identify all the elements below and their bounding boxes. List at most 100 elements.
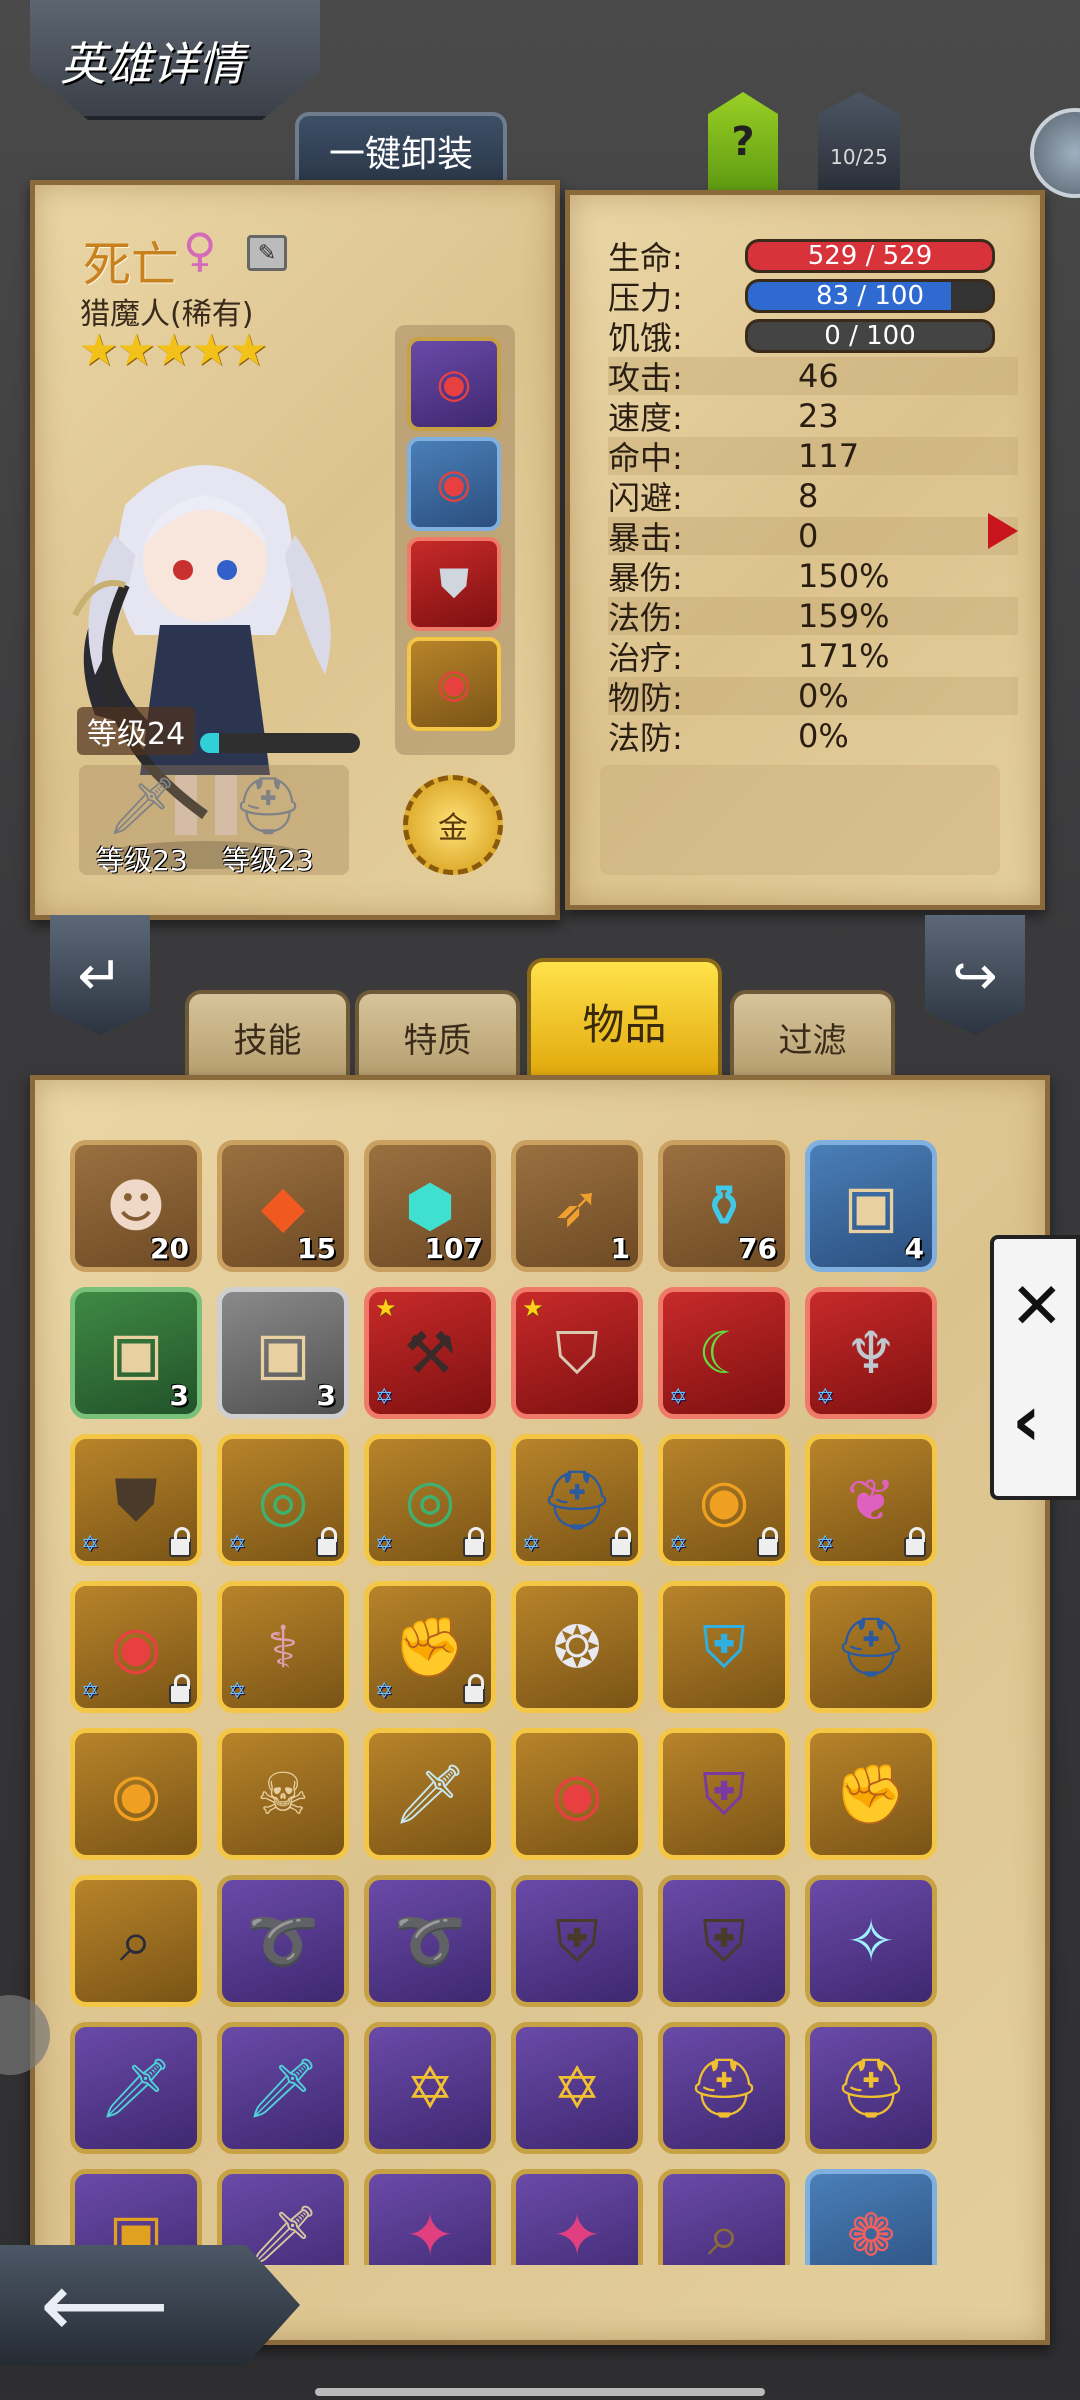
inventory-slot[interactable]: ❁ <box>805 2169 937 2265</box>
ring-icon: ◎ <box>404 1466 456 1534</box>
whip-icon: ➰ <box>393 1907 467 1975</box>
inventory-slot[interactable]: ♆ ✡ <box>805 1287 937 1419</box>
edit-name-icon[interactable]: ✎ <box>247 235 287 271</box>
red-bracer-icon: ◉ <box>436 661 472 707</box>
inventory-slot[interactable]: ⌕ <box>70 1875 202 2007</box>
inventory-slot[interactable]: ➰ <box>217 1875 349 2007</box>
tab-skills[interactable]: 技能 <box>185 990 350 1080</box>
inventory-slot[interactable]: ◎ ✡ <box>217 1434 349 1566</box>
unequip-all-button[interactable]: 一键卸装 <box>295 112 508 186</box>
female-icon: ♀ <box>183 223 217 277</box>
inventory-slot[interactable]: ◉ <box>70 1728 202 1860</box>
inventory-slot[interactable]: ⛨ <box>658 1875 790 2007</box>
equip-slot-4[interactable]: ◉ <box>407 637 501 731</box>
inventory-slot[interactable]: ✊ <box>805 1728 937 1860</box>
chest-icon: ▣ <box>255 1319 311 1387</box>
stat-row: 攻击: 46 <box>608 357 1018 397</box>
inventory-slot[interactable]: ⛨ <box>511 1875 643 2007</box>
cube-icon[interactable] <box>1030 108 1080 198</box>
gem-socket-icon: ✡ <box>669 1385 688 1410</box>
inventory-slot[interactable]: ❦ ✡ <box>805 1434 937 1566</box>
inventory-slot[interactable]: ⚱ 76 <box>658 1140 790 1272</box>
previous-hero-button[interactable]: ↵ <box>50 915 150 1035</box>
equip-slot-3[interactable]: ⛊ <box>407 537 501 631</box>
lock-icon <box>904 1527 926 1557</box>
inventory-slot[interactable]: ◎ ✡ <box>364 1434 496 1566</box>
equip-slot-2[interactable]: ◉ <box>407 437 501 531</box>
fire-crystal-icon: ◆ <box>260 1172 306 1240</box>
inventory-slot[interactable]: ◉ <box>511 1728 643 1860</box>
inventory-slot[interactable]: ➰ <box>364 1875 496 2007</box>
star-rating: ★★★★★ <box>79 325 268 376</box>
inventory-slot[interactable]: ⚕ ✡ <box>217 1581 349 1713</box>
armor-slot[interactable]: ⛑ 等级23 <box>213 775 323 878</box>
collapse-left-icon[interactable]: ‹ <box>1012 1380 1041 1462</box>
gauntlet-icon: ✊ <box>393 1613 467 1681</box>
lock-icon <box>463 1674 485 1704</box>
inventory-slot[interactable]: ⛑ <box>805 2022 937 2154</box>
gold-button[interactable]: 金 <box>403 775 503 875</box>
inventory-slot[interactable]: ★ ⛉ <box>511 1287 643 1419</box>
inventory-slot[interactable]: ▣ 3 <box>217 1287 349 1419</box>
stat-value: 8 <box>798 477 819 515</box>
next-hero-button[interactable]: ↪ <box>925 915 1025 1035</box>
inventory-slot[interactable]: ◉ ✡ <box>658 1434 790 1566</box>
teal-gem-icon: ⬢ <box>404 1172 456 1240</box>
red-aura-icon: ❁ <box>846 2201 896 2265</box>
tab-filter[interactable]: 过滤 <box>730 990 895 1080</box>
stat-row: 法防: 0% <box>608 717 1018 757</box>
inventory-slot[interactable]: ❂ <box>511 1581 643 1713</box>
inventory-slot[interactable]: ☠ <box>217 1728 349 1860</box>
inventory-slot[interactable]: 🗡 <box>364 1728 496 1860</box>
inventory-slot[interactable]: 🗡 <box>217 2022 349 2154</box>
gem-socket-icon: ✡ <box>81 1679 100 1704</box>
hexagram-amulet-icon: ✡ <box>405 2054 455 2122</box>
next-page-arrow-icon[interactable] <box>988 513 1018 549</box>
inventory-slot[interactable]: ▣ 4 <box>805 1140 937 1272</box>
hero-panel: 死亡 ♀ ✎ 猎魔人(稀有) ★★★★★ 等级24 🗡 等级23 ⛑ 等级23 … <box>30 180 560 920</box>
inventory-slot[interactable]: ➶ 1 <box>511 1140 643 1272</box>
xp-bar <box>200 733 360 753</box>
tab-items[interactable]: 物品 <box>527 958 722 1080</box>
inventory-slot[interactable]: ⛊ ✡ <box>70 1434 202 1566</box>
skull-staff-icon: ☠ <box>257 1760 309 1828</box>
inventory-slot[interactable]: ⬢ 107 <box>364 1140 496 1272</box>
inventory-slot[interactable]: 🗡 <box>70 2022 202 2154</box>
lock-icon <box>463 1527 485 1557</box>
inventory-slot[interactable]: ✦ <box>364 2169 496 2265</box>
equip-slot-1[interactable]: ◉ <box>407 337 501 431</box>
inventory-slot[interactable]: ⛑ ✡ <box>511 1434 643 1566</box>
shield-icon: ⛊ <box>114 1466 158 1534</box>
gem-socket-icon: ✡ <box>228 1679 247 1704</box>
inventory-slot[interactable]: ⌕ <box>658 2169 790 2265</box>
inventory-slot[interactable]: ☻ 20 <box>70 1140 202 1272</box>
inventory-slot[interactable]: ☾ ✡ <box>658 1287 790 1419</box>
red-bracer-icon: ◉ <box>436 461 472 507</box>
weapon-slot[interactable]: 🗡 等级23 <box>87 775 197 878</box>
tab-traits[interactable]: 特质 <box>355 990 520 1080</box>
help-button[interactable]: ? <box>708 92 778 192</box>
inventory-slot[interactable]: ✊ ✡ <box>364 1581 496 1713</box>
inventory-slot[interactable]: ⛑ <box>805 1581 937 1713</box>
ring-icon: ◎ <box>257 1466 309 1534</box>
inventory-slot[interactable]: ▣ 3 <box>70 1287 202 1419</box>
stat-value: 46 <box>798 357 839 395</box>
item-count: 20 <box>150 1232 189 1265</box>
inventory-slot[interactable]: ✡ <box>364 2022 496 2154</box>
inventory-slot[interactable]: ⛑ <box>658 2022 790 2154</box>
stats-footer-area <box>600 765 1000 875</box>
back-button[interactable]: ⟵ <box>0 2245 300 2365</box>
lock-icon <box>316 1527 338 1557</box>
close-icon[interactable]: ✕ <box>1010 1270 1064 1344</box>
item-count: 1 <box>610 1232 630 1265</box>
inventory-slot[interactable]: ★ ⚒ ✡ <box>364 1287 496 1419</box>
return-right-icon: ↪ <box>952 943 998 1007</box>
inventory-slot[interactable]: ⛨ <box>658 1728 790 1860</box>
inventory-slot[interactable]: ⛨ <box>658 1581 790 1713</box>
inventory-slot[interactable]: ✧ <box>805 1875 937 2007</box>
inventory-slot[interactable]: ◆ 15 <box>217 1140 349 1272</box>
inventory-slot[interactable]: ◉ ✡ <box>70 1581 202 1713</box>
inventory-slot[interactable]: ✦ <box>511 2169 643 2265</box>
inventory-slot[interactable]: ✡ <box>511 2022 643 2154</box>
home-indicator[interactable] <box>315 2388 765 2396</box>
